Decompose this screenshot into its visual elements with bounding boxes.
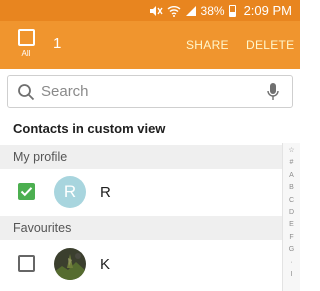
selection-action-bar: All 1 SHARE DELETE (0, 21, 300, 69)
index-item-f[interactable]: F (289, 232, 293, 244)
contact-name: R (100, 184, 111, 201)
search-icon (18, 83, 35, 100)
mute-icon (149, 5, 163, 16)
wifi-icon (167, 5, 181, 17)
selected-count: 1 (53, 35, 62, 52)
contact-row-r[interactable]: R R (0, 169, 282, 215)
check-icon (20, 187, 33, 197)
contact-row-k[interactable]: K (0, 241, 282, 287)
mic-icon[interactable] (267, 83, 279, 101)
list-title: Contacts in custom view (13, 121, 166, 136)
index-item-c[interactable]: C (289, 195, 294, 207)
avatar: R (54, 176, 86, 208)
battery-icon (228, 4, 236, 17)
index-item-e[interactable]: E (289, 219, 294, 231)
avatar-photo (54, 248, 86, 280)
contact-checkbox-checked[interactable] (18, 183, 35, 200)
index-item-i[interactable]: I (291, 269, 293, 281)
index-item-d[interactable]: D (289, 207, 294, 219)
status-bar: 38% 2:09 PM (0, 0, 300, 21)
select-all-checkbox[interactable] (17, 29, 35, 46)
search-field[interactable]: Search (7, 75, 293, 108)
group-header-my-profile: My profile (0, 145, 282, 169)
search-placeholder: Search (41, 83, 89, 100)
clock: 2:09 PM (243, 3, 292, 18)
contact-checkbox-unchecked[interactable] (18, 255, 35, 272)
index-item-a[interactable]: A (289, 170, 294, 182)
index-item-hash[interactable]: # (290, 157, 294, 169)
index-item-g[interactable]: G (289, 244, 294, 256)
battery-percent: 38% (200, 3, 225, 18)
contact-name: K (100, 256, 111, 273)
alphabet-index-bar[interactable]: ☆ # A B C D E F G · I (282, 143, 300, 291)
index-item-dot[interactable]: · (290, 257, 292, 269)
index-item-favourites[interactable]: ☆ (288, 145, 294, 157)
group-header-favourites: Favourites (0, 216, 282, 240)
select-all-button[interactable]: All (11, 29, 41, 63)
signal-icon (185, 5, 196, 16)
select-all-label: All (21, 49, 31, 58)
index-item-b[interactable]: B (289, 182, 294, 194)
share-button[interactable]: SHARE (186, 38, 229, 52)
delete-button[interactable]: DELETE (246, 38, 294, 52)
